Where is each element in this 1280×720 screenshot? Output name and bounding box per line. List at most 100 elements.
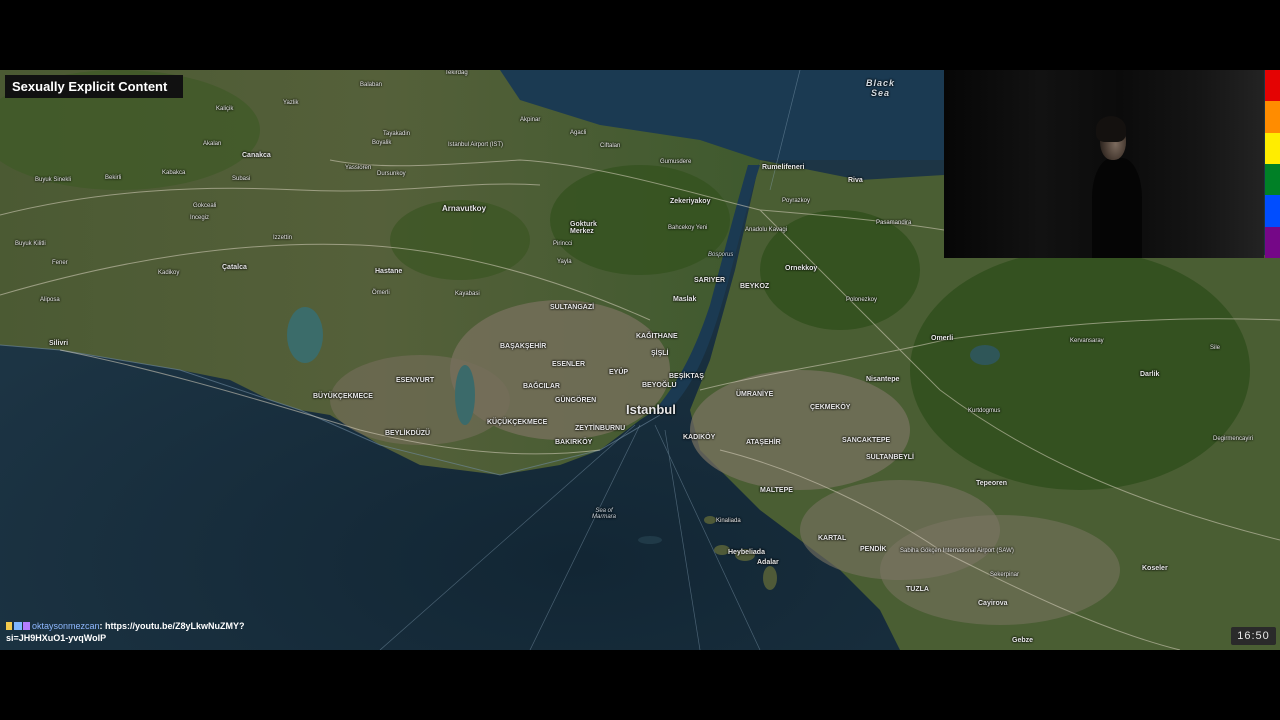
webcam-overlay: [944, 70, 1264, 258]
place-label: KARTAL: [818, 535, 847, 542]
chat-message-text-line2[interactable]: si=JH9HXuO1-yvqWoIP: [6, 633, 106, 643]
place-label: Zekeriyakoy: [670, 198, 711, 205]
place-label: ATAŞEHİR: [746, 439, 781, 446]
place-label: Bekirli: [105, 175, 122, 181]
place-label: Bahcekoy Yeni: [668, 225, 708, 231]
clock: 16:50: [1231, 627, 1276, 645]
place-label: Ömerli: [372, 290, 390, 296]
place-label: BEYLİKDÜZÜ: [385, 430, 431, 437]
place-label: Kadikoy: [158, 270, 180, 276]
place-label: Polonezkoy: [846, 297, 878, 303]
content-warning-label: Sexually Explicit Content: [5, 75, 183, 98]
place-label: Incegiz: [190, 215, 210, 221]
place-label: Gebze: [1012, 637, 1034, 644]
place-label: Poyrazkoy: [782, 198, 811, 204]
place-label: Koseler: [1142, 565, 1168, 572]
place-label: ÜMRANİYE: [736, 391, 774, 398]
place-label: Tayakadin: [383, 131, 411, 137]
place-label: Yazlik: [283, 100, 299, 106]
place-label: BÜYÜKÇEKMECE: [313, 393, 373, 400]
place-label: Subasi: [232, 176, 251, 182]
bosporus-label: Bosporus: [708, 252, 734, 258]
place-label: Maslak: [673, 296, 697, 303]
place-label: Balaban: [360, 82, 383, 88]
place-label: Boyalik: [372, 140, 392, 146]
place-label: Darlik: [1140, 371, 1160, 378]
place-label: Arnavutkoy: [442, 204, 487, 213]
place-label: Yayla: [557, 259, 572, 265]
place-label: SULTANGAZİ: [550, 304, 595, 311]
pride-stripe: [1265, 226, 1280, 258]
place-label: KADIKÖY: [683, 434, 716, 441]
pride-stripe: [1265, 70, 1280, 102]
place-label: Sekerpinar: [990, 572, 1020, 578]
pride-stripe: [1265, 132, 1280, 164]
pride-flag: [1265, 70, 1280, 258]
streamer-body: [1092, 158, 1142, 258]
place-label: ŞİŞLİ: [651, 350, 669, 357]
place-label: ESENLER: [552, 361, 586, 368]
pride-stripe: [1265, 163, 1280, 196]
place-label: SARIYER: [694, 277, 726, 284]
streamer-hair: [1096, 116, 1126, 142]
place-label: Rumelifeneri: [762, 164, 805, 171]
place-label: Omerli: [931, 335, 954, 342]
place-label: Ornekkoy: [785, 265, 818, 272]
place-label: Aliposa: [40, 297, 60, 303]
place-label: Heybeliada: [728, 549, 765, 556]
place-label: Kaliçik: [216, 106, 234, 112]
place-label: BAĞCILAR: [523, 383, 560, 390]
black-sea-label: Black Sea: [866, 78, 896, 98]
place-label: Degirmencayiri: [1213, 436, 1254, 442]
place-label: Sile: [1210, 345, 1221, 351]
place-label: Yassioren: [345, 165, 372, 171]
place-label: MALTEPE: [760, 487, 793, 494]
place-label: Akpinar: [520, 117, 541, 123]
place-label: Kinaliada: [716, 518, 741, 524]
place-label: Anadolu Kavagi: [745, 227, 788, 233]
place-label: TUZLA: [906, 586, 929, 593]
place-label: Istanbul Airport (IST): [448, 142, 504, 148]
place-label: SANCAKTEPE: [842, 437, 891, 444]
place-label: GÜNGÖREN: [555, 397, 597, 404]
place-label: Akalan: [203, 141, 222, 147]
pride-stripe: [1265, 101, 1280, 133]
place-label: KAĞITHANE: [636, 333, 678, 340]
chat-message-text-line1[interactable]: https://youtu.be/Z8yLkwNuZMY?: [105, 621, 245, 631]
place-label: Agacli: [570, 130, 587, 136]
place-label: Çatalca: [222, 264, 247, 271]
place-label: Fener: [52, 260, 68, 266]
place-label: BEYOĞLU: [642, 382, 677, 389]
place-label: Kabakca: [162, 170, 186, 176]
chat-badges-icon: [6, 622, 30, 630]
chat-message: oktaysonmezcan: https://youtu.be/Z8yLkwN…: [6, 621, 245, 643]
place-label: Tepeoren: [976, 480, 1007, 487]
place-label: Kurtdogmus: [968, 408, 1001, 414]
place-label: BEYKOZ: [740, 283, 770, 290]
place-label: BEŞİKTAŞ: [669, 373, 704, 380]
place-label: Hastane: [375, 268, 403, 275]
sea-of-marmara-label: Sea of Marmara: [592, 508, 617, 520]
place-label: Sabiha Gökçen International Airport (SAW…: [900, 548, 1014, 554]
place-label: Izzettin: [273, 235, 293, 241]
place-label: SULTANBEYLİ: [866, 454, 914, 461]
place-label: Gokceali: [193, 203, 217, 209]
place-label: Kervansaray: [1070, 338, 1104, 344]
place-label: PENDİK: [860, 546, 887, 553]
place-label: Kayabasi: [455, 291, 480, 297]
chat-username: oktaysonmezcan: [32, 621, 100, 631]
place-label: Pasamandira: [876, 220, 912, 226]
place-label: Cayirova: [978, 600, 1008, 607]
place-label: ÇEKMEKÖY: [810, 404, 851, 411]
place-label: Buyuk Kilitli: [15, 241, 46, 247]
place-label: Gokturk Merkez: [570, 221, 597, 235]
place-label: Ciftalan: [600, 143, 621, 149]
place-label: Canakca: [242, 152, 271, 159]
place-label: Adalar: [757, 559, 779, 566]
pride-stripe: [1265, 195, 1280, 227]
place-label: Gumusdere: [660, 159, 692, 165]
place-label: Tekirdag: [445, 70, 468, 76]
place-label: Pirincci: [553, 241, 573, 247]
place-label: BAKIRKÖY: [555, 439, 593, 446]
place-label: Riva: [848, 177, 863, 184]
